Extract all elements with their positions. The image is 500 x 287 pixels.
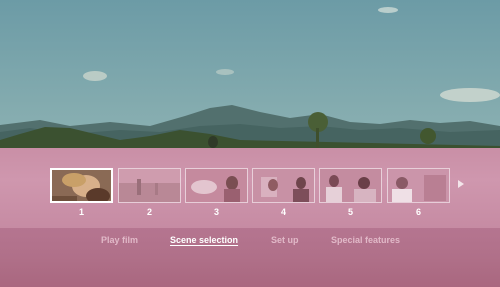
scene-number: 4 (280, 207, 286, 217)
scene-4-still (252, 168, 315, 203)
scene-5-still (319, 168, 382, 203)
triangle-right-icon[interactable] (458, 180, 464, 188)
scene-number: 5 (347, 207, 353, 217)
menu-item-scene-selection[interactable]: Scene selection (170, 235, 238, 245)
scene-thumbnail-4[interactable]: 4 (252, 168, 315, 217)
scene-1-still (50, 168, 113, 203)
scene-number: 1 (78, 207, 84, 217)
menu-item-play-film[interactable]: Play film (101, 235, 138, 245)
dvd-menu-screen: 1 2 3 4 5 6 Play film Scene selection Se… (0, 0, 500, 287)
scene-3-still (185, 168, 248, 203)
scene-number: 6 (415, 207, 421, 217)
scene-thumbnail-5[interactable]: 5 (319, 168, 382, 217)
scene-6-still (387, 168, 450, 203)
scene-number: 2 (146, 207, 152, 217)
scene-number: 3 (213, 207, 219, 217)
scene-2-still (118, 168, 181, 203)
scene-thumbnail-2[interactable]: 2 (118, 168, 181, 217)
scene-thumbnail-1[interactable]: 1 (50, 168, 113, 217)
scene-thumbnail-6[interactable]: 6 (387, 168, 450, 217)
scene-thumbnail-3[interactable]: 3 (185, 168, 248, 217)
menu-item-special-features[interactable]: Special features (331, 235, 400, 245)
menu-item-set-up[interactable]: Set up (271, 235, 299, 245)
main-menu: Play film Scene selection Set up Special… (0, 235, 500, 249)
